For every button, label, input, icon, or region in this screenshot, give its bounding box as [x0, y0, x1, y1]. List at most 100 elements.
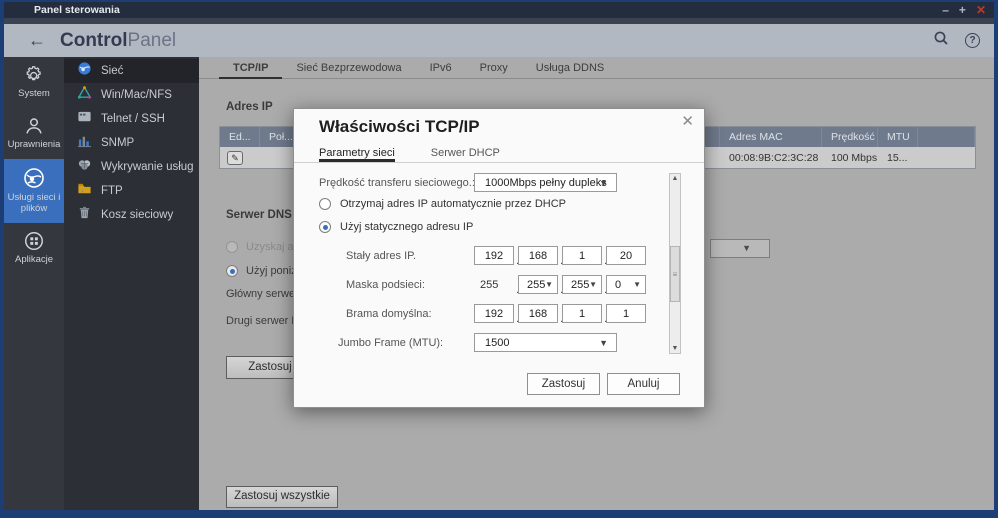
back-button[interactable]: ←: [28, 30, 46, 51]
column-header-mac[interactable]: Adres MAC: [720, 127, 822, 147]
dialog-cancel-button[interactable]: Anuluj: [607, 373, 680, 395]
dialog-tab-parametry-sieci[interactable]: Parametry sieci: [319, 147, 395, 162]
static-ip-octet-2[interactable]: [518, 246, 558, 265]
app-header: ← ControlPanel ?: [4, 24, 994, 57]
dns-dropdown-partial[interactable]: ▼: [710, 239, 770, 258]
column-header-speed[interactable]: Prędkość: [822, 127, 878, 147]
menu-item-telnet-ssh[interactable]: Telnet / SSH: [64, 107, 199, 131]
rail-item-label: Usługi sieci i plików: [6, 193, 62, 215]
triangle-icon: [77, 85, 92, 105]
menu-item-label: Sieć: [101, 65, 123, 77]
dialog-close-icon[interactable]: ✕: [681, 112, 694, 130]
chevron-down-icon: ▼: [545, 280, 553, 289]
subnet-mask-label: Maska podsieci:: [346, 279, 425, 291]
jumbo-frame-dropdown[interactable]: 1500 ▼: [474, 333, 617, 352]
static-ip-octet-4[interactable]: [606, 246, 646, 265]
ip-address-heading: Adres IP: [226, 101, 273, 113]
network-speed-value: 1000Mbps pełny dupleks: [485, 177, 607, 189]
gateway-octet-1[interactable]: [474, 304, 514, 323]
gear-icon: [23, 64, 45, 86]
control-panel-window: Panel sterowania – + ✕ ← ControlPanel ? …: [0, 0, 998, 518]
network-speed-dropdown[interactable]: 1000Mbps pełny dupleks ▼: [474, 173, 617, 192]
tab-tcpip[interactable]: TCP/IP: [219, 60, 282, 79]
dialog-apply-button[interactable]: Zastosuj: [527, 373, 600, 395]
section-menu: Sieć Win/Mac/NFS Telnet / SSH SNMP Wykry…: [64, 57, 199, 510]
app-title-bold: Control: [60, 30, 128, 52]
static-ip-radio-row[interactable]: Użyj statycznego adresu IP: [319, 221, 473, 233]
globe-icon: [22, 166, 46, 190]
cell-speed: 100 Mbps: [822, 152, 878, 164]
scroll-up-icon[interactable]: ▲: [670, 175, 680, 182]
subnet-octet-4-dropdown[interactable]: 0▼: [606, 275, 646, 294]
chevron-down-icon: ▼: [742, 243, 751, 253]
menu-item-label: Win/Mac/NFS: [101, 89, 172, 101]
radio-icon[interactable]: [319, 198, 331, 210]
menu-item-ftp[interactable]: FTP: [64, 179, 199, 203]
column-header-mtu[interactable]: MTU: [878, 127, 918, 147]
dhcp-radio-row[interactable]: Otrzymaj adres IP automatycznie przez DH…: [319, 198, 566, 210]
rail-item-label: Aplikacje: [15, 255, 53, 266]
trash-icon: [77, 205, 92, 225]
menu-item-win-mac-nfs[interactable]: Win/Mac/NFS: [64, 83, 199, 107]
network-speed-label: Prędkość transferu sieciowego.:: [319, 177, 475, 189]
window-titlebar[interactable]: Panel sterowania – + ✕: [4, 2, 994, 18]
gateway-octet-3[interactable]: [562, 304, 602, 323]
menu-item-label: Kosz sieciowy: [101, 209, 173, 221]
category-rail: System Uprawnienia Usługi sieci i plików…: [4, 57, 64, 510]
gateway-octet-4[interactable]: [606, 304, 646, 323]
cell-mac: 00:08:9B:C2:3C:28: [720, 152, 822, 164]
scroll-down-icon[interactable]: ▼: [670, 345, 680, 352]
radio-icon[interactable]: [226, 265, 238, 277]
static-ip-radio-label: Użyj statycznego adresu IP: [340, 221, 473, 233]
menu-item-snmp[interactable]: SNMP: [64, 131, 199, 155]
subnet-octet-2-dropdown[interactable]: 255▼: [518, 275, 558, 294]
minimize-button[interactable]: –: [942, 4, 949, 16]
radio-icon[interactable]: [319, 221, 331, 233]
dialog-tab-serwer-dhcp[interactable]: Serwer DHCP: [431, 147, 500, 162]
column-header-end: [918, 127, 975, 147]
tab-ipv6[interactable]: IPv6: [416, 60, 466, 79]
menu-item-kosz-sieciowy[interactable]: Kosz sieciowy: [64, 203, 199, 227]
jumbo-frame-label: Jumbo Frame (MTU):: [338, 337, 443, 349]
maximize-button[interactable]: +: [959, 4, 966, 16]
person-icon: [23, 115, 45, 137]
search-icon[interactable]: [933, 30, 949, 51]
jumbo-frame-value: 1500: [485, 337, 509, 349]
tab-siec-bezprzewodowa[interactable]: Sieć Bezprzewodowa: [282, 60, 415, 79]
dhcp-radio-label: Otrzymaj adres IP automatycznie przez DH…: [340, 198, 566, 210]
apply-all-button[interactable]: Zastosuj wszystkie: [226, 486, 338, 508]
dialog-scrollbar[interactable]: ▲ ≡ ▼: [669, 173, 681, 354]
close-window-button[interactable]: ✕: [976, 4, 986, 16]
menu-item-siec[interactable]: Sieć: [64, 59, 199, 83]
rail-item-uprawnienia[interactable]: Uprawnienia: [4, 108, 64, 159]
dialog-tabs: Parametry sieci Serwer DHCP: [294, 147, 704, 163]
gateway-label: Brama domyślna:: [346, 308, 432, 320]
radio-icon[interactable]: [226, 241, 238, 253]
tab-proxy[interactable]: Proxy: [466, 60, 522, 79]
apps-grid-icon: [23, 230, 45, 252]
edit-row-button[interactable]: ✎: [227, 151, 243, 165]
subnet-octet-3-dropdown[interactable]: 255▼: [562, 275, 602, 294]
static-ip-octet-1[interactable]: [474, 246, 514, 265]
tab-usluga-ddns[interactable]: Usługa DDNS: [522, 60, 618, 79]
chevron-down-icon: ▼: [599, 178, 608, 188]
rail-item-uslugi-sieci[interactable]: Usługi sieci i plików: [4, 159, 64, 223]
menu-item-label: Telnet / SSH: [101, 113, 165, 125]
menu-item-label: Wykrywanie usług: [101, 161, 194, 173]
menu-item-wykrywanie-uslug[interactable]: Wykrywanie usług: [64, 155, 199, 179]
terminal-icon: [77, 109, 92, 129]
rail-item-system[interactable]: System: [4, 57, 64, 108]
folder-icon: [77, 181, 92, 201]
network-icon: [77, 61, 92, 81]
tcpip-properties-dialog: Właściwości TCP/IP ✕ Parametry sieci Ser…: [293, 108, 705, 408]
rail-item-aplikacje[interactable]: Aplikacje: [4, 223, 64, 274]
static-ip-octet-3[interactable]: [562, 246, 602, 265]
static-ip-label: Stały adres IP.: [346, 250, 416, 262]
column-header-edit[interactable]: Ed...: [220, 127, 260, 147]
scrollbar-thumb[interactable]: ≡: [670, 246, 680, 302]
window-title: Panel sterowania: [34, 4, 120, 16]
chevron-down-icon: ▼: [599, 338, 608, 348]
gateway-octet-2[interactable]: [518, 304, 558, 323]
menu-item-label: FTP: [101, 185, 123, 197]
help-icon[interactable]: ?: [965, 33, 980, 48]
